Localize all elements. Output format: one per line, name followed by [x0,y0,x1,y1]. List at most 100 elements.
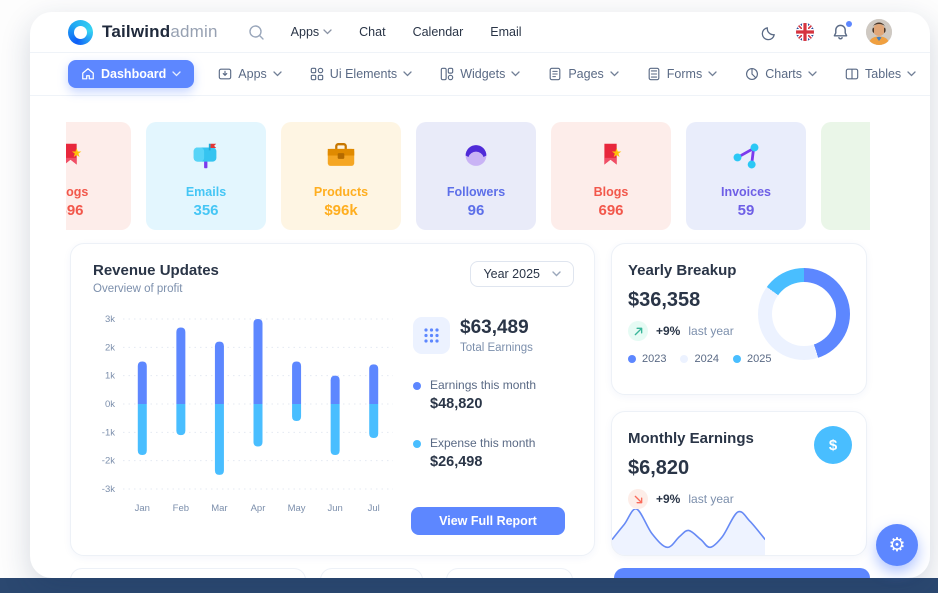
yearly-change: +9% [656,324,680,338]
nav-item-label: Widgets [460,67,505,81]
monthly-change: +9% [656,492,680,506]
stat-label: Blogs [66,185,131,199]
stat-label: Blogs [551,185,671,199]
stat-value: 696 [66,202,131,219]
person-icon [416,137,536,175]
top-menu-item-apps[interactable]: Apps [291,25,333,39]
revenue-summary-panel: $63,489 Total Earnings Earnings this mon… [405,305,565,537]
revenue-bar-chart: 3k2k1k0k-1k-2k-3kJanFebMarAprMayJunJul [93,305,405,523]
svg-text:0k: 0k [105,399,115,410]
expense-value: $26,498 [430,454,535,470]
earnings-value: $48,820 [430,396,536,412]
trend-up-icon [628,321,648,341]
stat-value: 696 [551,202,671,219]
trend-down-icon [628,489,648,509]
stat-card-products[interactable]: Products $96k [281,122,401,230]
notifications-bell-icon[interactable] [832,23,849,41]
top-right-actions [761,19,892,45]
forms-icon [647,67,661,81]
stat-label: Invoices [686,185,806,199]
main-grid: Revenue Updates Overview of profit Year … [70,243,870,556]
earnings-label: Earnings this month [430,378,536,392]
svg-text:May: May [288,503,306,514]
legend-item-2023: 2023 [628,353,666,365]
top-menu-item-email[interactable]: Email [490,25,521,39]
tables-icon [845,67,859,81]
year-select-dropdown[interactable]: Year 2025 [470,261,574,287]
partial-card [70,568,306,578]
yearly-donut-chart [758,268,850,360]
monthly-sparkline-chart [612,509,765,555]
svg-text:1k: 1k [105,371,115,382]
svg-text:2k: 2k [105,342,115,353]
nav-item-apps[interactable]: Apps [214,60,286,88]
expense-label: Expense this month [430,436,535,450]
charts-icon [745,67,759,81]
partial-blue-card [614,568,870,578]
user-avatar[interactable] [866,19,892,45]
svg-text:-1k: -1k [102,427,115,438]
svg-text:Apr: Apr [251,503,266,514]
stat-card-invoices[interactable]: Invoices 59 [686,122,806,230]
stat-card-blogs[interactable]: ★ Blogs 696 [551,122,671,230]
revenue-updates-card: Revenue Updates Overview of profit Year … [70,243,595,556]
nav-item-charts[interactable]: Charts [741,60,821,88]
toolbox-icon [281,137,401,175]
stat-value: 96 [416,202,536,219]
stat-card-partial[interactable] [821,122,870,230]
partial-card [320,568,423,578]
nav-item-tables[interactable]: Tables [841,60,920,88]
svg-text:★: ★ [611,146,622,160]
app-logo[interactable]: Tailwindadmin [68,20,218,45]
svg-text:Jul: Jul [368,503,380,514]
svg-text:★: ★ [71,146,82,160]
stat-value: 59 [686,202,806,219]
total-earnings-value: $63,489 [460,317,533,339]
logo-bold: Tailwind [102,22,170,41]
view-full-report-button[interactable]: View Full Report [411,507,565,535]
svg-text:Jun: Jun [327,503,342,514]
next-row-partial [70,568,870,578]
language-flag-icon[interactable] [795,22,815,42]
top-menu-item-calendar[interactable]: Calendar [413,25,464,39]
earnings-legend-dot [413,382,421,390]
stat-card-followers[interactable]: Followers96 [416,122,536,230]
bookmark-star-icon: ★ [551,137,671,175]
search-icon[interactable] [248,24,265,41]
year-select-value: Year 2025 [483,267,540,281]
nav-item-label: Pages [568,67,603,81]
nav-item-dashboard[interactable]: Dashboard [68,60,194,88]
dollar-icon-button[interactable]: $ [814,426,852,464]
yearly-change-label: last year [688,324,733,338]
nav-item-pages[interactable]: Pages [544,60,622,88]
expense-legend-dot [413,440,421,448]
stat-card-emails[interactable]: Emails356 [146,122,266,230]
nav-item-widgets[interactable]: Widgets [436,60,524,88]
nav-item-ui-elements[interactable]: Ui Elements [306,60,416,88]
monthly-change-label: last year [688,492,733,506]
settings-gear-button[interactable]: ⚙ [876,524,918,566]
partial-card [446,568,573,578]
mailbox-icon [146,137,266,175]
yearly-breakup-card: Yearly Breakup $36,358 +9% last year 202… [611,243,867,395]
nav-item-label: Apps [238,67,267,81]
svg-text:Feb: Feb [173,503,189,514]
right-column: Yearly Breakup $36,358 +9% last year 202… [611,243,867,556]
dashboard-window: Tailwindadmin Apps Chat Calendar Email [30,12,930,578]
svg-text:Jan: Jan [135,503,150,514]
stat-value: $96k [281,202,401,219]
top-menu-item-chat[interactable]: Chat [359,25,385,39]
pages-icon [548,67,562,81]
widgets-icon [440,67,454,81]
legend-item-2024: 2024 [680,353,718,365]
logo-wordmark: Tailwindadmin [102,22,218,42]
logo-light: admin [170,22,217,41]
nav-item-label: Forms [667,67,702,81]
stat-label: Products [281,185,401,199]
legend-item-2025: 2025 [733,353,771,365]
nav-item-forms[interactable]: Forms [643,60,721,88]
stat-card-blogs[interactable]: ★ Blogs 696 [66,122,131,230]
stats-carousel: ★ Blogs 696 Emails356 Products $96k Followers9… [66,122,870,230]
dark-mode-moon-icon[interactable] [761,24,778,41]
apps-icon [218,67,232,81]
